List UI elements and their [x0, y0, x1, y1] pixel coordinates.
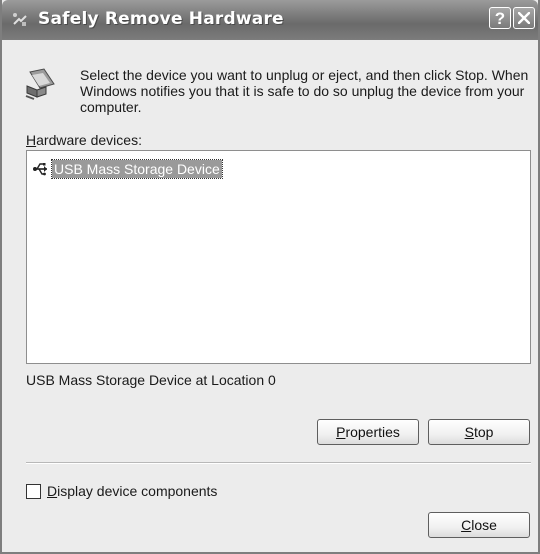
- properties-button-rest: roperties: [345, 424, 400, 440]
- safely-remove-hardware-dialog: Safely Remove Hardware ? Select the devi…: [0, 0, 540, 554]
- properties-button[interactable]: Properties: [317, 419, 419, 445]
- list-item[interactable]: USB Mass Storage Device: [32, 159, 223, 179]
- help-icon: ?: [494, 9, 506, 28]
- close-button-accel: C: [461, 517, 472, 533]
- device-location-text: USB Mass Storage Device at Location 0: [26, 372, 276, 388]
- display-components-label[interactable]: Display device components: [47, 483, 217, 499]
- usb-eject-icon: [12, 12, 28, 28]
- close-icon: [518, 12, 530, 24]
- instruction-text: Select the device you want to unplug or …: [80, 67, 529, 115]
- hardware-devices-label-rest: ardware devices:: [36, 132, 142, 148]
- window-title: Safely Remove Hardware: [38, 9, 284, 29]
- stop-button-accel: S: [464, 424, 474, 440]
- hardware-devices-list[interactable]: USB Mass Storage Device: [26, 150, 531, 364]
- device-name[interactable]: USB Mass Storage Device: [51, 159, 223, 179]
- close-window-button[interactable]: [513, 7, 535, 29]
- hardware-icon: [24, 66, 58, 100]
- display-components-label-accel: D: [47, 483, 58, 499]
- help-button[interactable]: ?: [489, 7, 511, 29]
- hardware-devices-label: Hardware devices:: [26, 132, 142, 148]
- usb-icon: [32, 161, 50, 177]
- display-components-option[interactable]: Display device components: [26, 483, 217, 499]
- stop-button[interactable]: Stop: [428, 419, 530, 445]
- close-button[interactable]: Close: [428, 512, 530, 538]
- separator: [26, 462, 531, 464]
- title-bar[interactable]: Safely Remove Hardware ?: [2, 0, 538, 40]
- stop-button-rest: top: [473, 424, 494, 440]
- close-button-rest: lose: [471, 517, 497, 533]
- display-components-label-rest: isplay device components: [57, 483, 218, 499]
- hardware-devices-label-accel: H: [26, 132, 37, 148]
- display-components-checkbox[interactable]: [26, 483, 41, 499]
